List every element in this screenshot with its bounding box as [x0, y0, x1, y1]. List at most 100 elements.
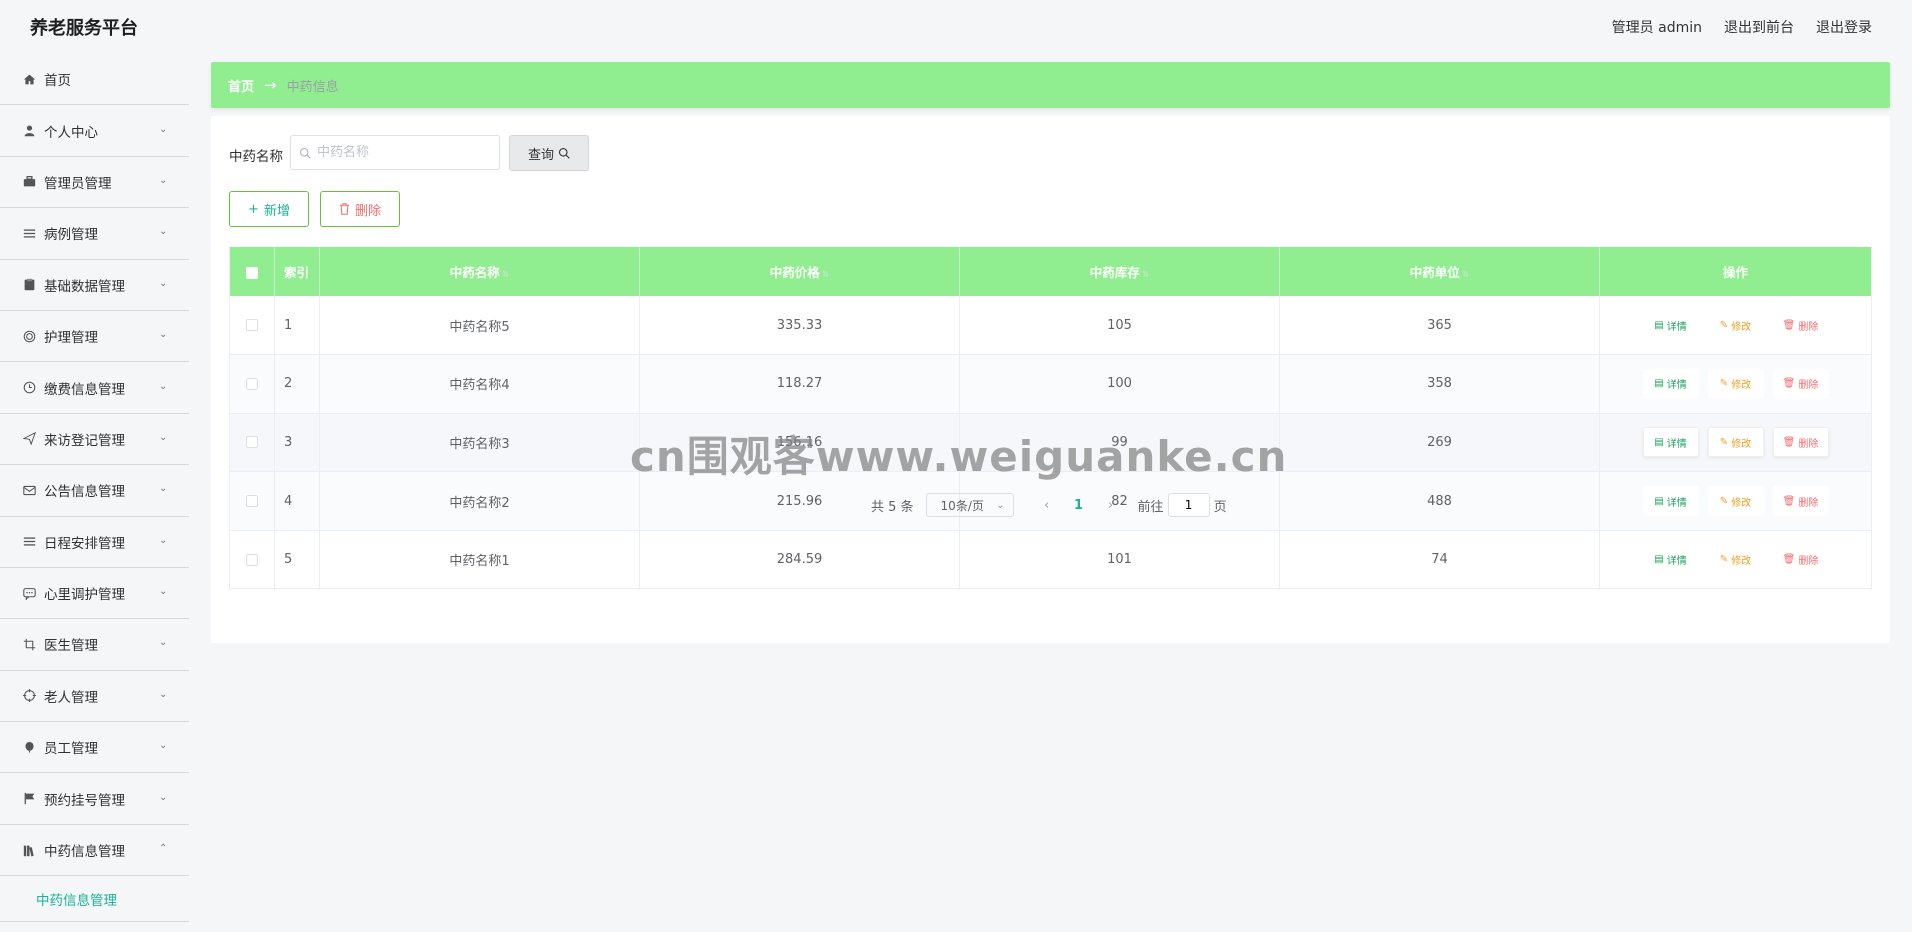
- edit-button[interactable]: ✎ 修改: [1707, 544, 1764, 575]
- delete-button[interactable]: 🗑 删除: [1772, 310, 1829, 341]
- table-header-row: 索引 中药名称 ⇅ 中药价格 ⇅ 中药库存 ⇅ 中药单位 ⇅ 操作: [229, 247, 1872, 296]
- chevron-down-icon: ⌄: [159, 534, 168, 546]
- view-button[interactable]: ▤ 详情: [1642, 368, 1699, 399]
- list-icon: [22, 535, 36, 549]
- sidebar-item-elderly[interactable]: 老人管理 ⌄: [0, 671, 189, 723]
- trash-icon: 🗑: [1782, 436, 1796, 448]
- sidebar-item-doctor[interactable]: 医生管理 ⌄: [0, 619, 189, 671]
- cell-index: 5: [274, 530, 320, 589]
- batch-delete-button[interactable]: 删除: [320, 191, 400, 227]
- clock-icon: [22, 381, 36, 395]
- logout-link[interactable]: 退出登录: [1816, 17, 1872, 37]
- send-icon: [22, 432, 36, 446]
- cell-name: 中药名称4: [319, 354, 640, 414]
- row-checkbox[interactable]: [246, 553, 258, 566]
- view-button[interactable]: ▤ 详情: [1642, 544, 1699, 575]
- next-page-button[interactable]: ›: [1098, 498, 1124, 513]
- sidebar-item-psych-care[interactable]: 心里调护管理 ⌄: [0, 568, 189, 620]
- query-button-label: 查询: [527, 147, 554, 163]
- sidebar-item-herbal-medicine[interactable]: 中药信息管理 ⌃: [0, 825, 189, 877]
- edit-button[interactable]: ✎ 修改: [1707, 310, 1764, 341]
- sidebar-item-basic-data[interactable]: 基础数据管理 ⌄: [0, 260, 189, 311]
- query-button[interactable]: 查询: [509, 135, 589, 171]
- sidebar-item-home[interactable]: 首页: [0, 54, 189, 106]
- sidebar-item-appointment[interactable]: 预约挂号管理 ⌄: [0, 773, 189, 825]
- crop-icon: [22, 637, 36, 651]
- sort-icon[interactable]: ⇅: [1142, 270, 1150, 280]
- header-stock-label: 中药库存: [1089, 265, 1140, 280]
- page-size-select[interactable]: 10条/页 ⌄: [925, 493, 1014, 517]
- sidebar-item-payment[interactable]: 缴费信息管理 ⌄: [0, 362, 189, 414]
- sort-icon[interactable]: ⇅: [1462, 270, 1470, 280]
- edit-label: 修改: [1731, 380, 1752, 392]
- delete-button[interactable]: 🗑 删除: [1772, 427, 1829, 458]
- edit-button[interactable]: ✎ 修改: [1707, 427, 1764, 458]
- admin-label[interactable]: 管理员 admin: [1612, 17, 1702, 37]
- header-unit[interactable]: 中药单位 ⇅: [1279, 247, 1600, 296]
- trash-icon: [339, 203, 349, 215]
- delete-button[interactable]: 🗑 删除: [1772, 368, 1829, 399]
- header-stock[interactable]: 中药库存 ⇅: [959, 247, 1280, 296]
- cell-index: 2: [274, 354, 320, 414]
- cell-stock: 101: [959, 530, 1280, 589]
- view-button[interactable]: ▤ 详情: [1642, 427, 1699, 458]
- chevron-down-icon: ⌄: [159, 586, 168, 598]
- sidebar-item-personal-center[interactable]: 个人中心 ⌄: [0, 105, 189, 157]
- cell-price: 118.27: [639, 354, 960, 414]
- sidebar-item-staff[interactable]: 员工管理 ⌄: [0, 722, 189, 774]
- breadcrumb-home[interactable]: 首页: [228, 76, 254, 95]
- goto-page-input[interactable]: [1167, 493, 1210, 517]
- header-name[interactable]: 中药名称 ⇅: [319, 247, 640, 296]
- sort-icon[interactable]: ⇅: [502, 270, 510, 280]
- sidebar-item-label: 基础数据管理: [44, 278, 125, 295]
- view-button[interactable]: ▤ 详情: [1642, 486, 1699, 517]
- header-price[interactable]: 中药价格 ⇅: [639, 247, 960, 296]
- edit-button[interactable]: ✎ 修改: [1707, 368, 1764, 399]
- delete-button[interactable]: 🗑 删除: [1772, 544, 1829, 575]
- sidebar-item-schedule[interactable]: 日程安排管理 ⌄: [0, 517, 189, 568]
- sidebar-item-label: 中药信息管理: [44, 844, 125, 861]
- submenu-item-herbal-medicine-management[interactable]: 中药信息管理: [0, 876, 189, 923]
- sidebar-item-visit-registration[interactable]: 来访登记管理 ⌄: [0, 414, 189, 466]
- prev-page-button[interactable]: ‹: [1034, 498, 1060, 513]
- sidebar-item-admin-management[interactable]: 管理员管理 ⌄: [0, 157, 189, 209]
- search-input[interactable]: [317, 145, 487, 160]
- delete-button-label: 删除: [354, 203, 381, 219]
- briefcase-icon: [22, 175, 36, 189]
- clipboard-icon: [22, 278, 36, 292]
- document-icon: ▤: [1654, 495, 1664, 507]
- cell-index: 3: [274, 413, 320, 472]
- page-number-current[interactable]: 1: [1060, 498, 1098, 513]
- header-ops: 操作: [1722, 265, 1748, 280]
- sort-icon[interactable]: ⇅: [822, 270, 830, 280]
- chevron-down-icon: ⌄: [159, 791, 168, 803]
- table-row: 2 中药名称4 118.27 100 358 ▤ 详情 ✎ 修改 🗑 删除: [229, 354, 1872, 414]
- sidebar-item-case-management[interactable]: 病例管理 ⌄: [0, 208, 189, 260]
- cell-unit: 74: [1279, 530, 1600, 589]
- delete-button[interactable]: 🗑 删除: [1772, 486, 1829, 517]
- table-row: 1 中药名称5 335.33 105 365 ▤ 详情 ✎ 修改 🗑 删除: [229, 296, 1872, 355]
- edit-icon: ✎: [1719, 495, 1729, 507]
- select-all-checkbox[interactable]: [246, 266, 258, 279]
- cell-ops: ▤ 详情 ✎ 修改 🗑 删除: [1600, 472, 1872, 531]
- pagination-total: 共 5 条: [871, 499, 914, 515]
- add-button[interactable]: + 新增: [229, 191, 309, 227]
- cell-name: 中药名称3: [319, 413, 640, 472]
- cell-name: 中药名称1: [319, 530, 640, 589]
- sidebar: 首页 个人中心 ⌄ 管理员管理 ⌄ 病例管理 ⌄ 基础数据管理 ⌄ 护理管理 ⌄…: [0, 54, 189, 932]
- back-to-front-link[interactable]: 退出到前台: [1724, 17, 1794, 37]
- row-checkbox[interactable]: [246, 319, 258, 332]
- cell-price: 284.59: [639, 530, 960, 589]
- content-panel: 中药名称 查询 + 新增 删除 索引 中药名称⇅ 中药价格⇅ 中药库存⇅ 中药单…: [211, 116, 1890, 643]
- row-checkbox[interactable]: [246, 495, 258, 508]
- search-field[interactable]: [290, 135, 500, 170]
- goto-suffix: 页: [1213, 499, 1227, 515]
- edit-button[interactable]: ✎ 修改: [1707, 486, 1764, 517]
- sidebar-item-announcement[interactable]: 公告信息管理 ⌄: [0, 465, 189, 517]
- sidebar-item-nursing[interactable]: 护理管理 ⌄: [0, 311, 189, 363]
- row-checkbox[interactable]: [246, 377, 258, 390]
- mail-icon: [22, 483, 36, 497]
- row-checkbox[interactable]: [246, 436, 258, 449]
- view-label: 详情: [1666, 321, 1687, 333]
- view-button[interactable]: ▤ 详情: [1642, 310, 1699, 341]
